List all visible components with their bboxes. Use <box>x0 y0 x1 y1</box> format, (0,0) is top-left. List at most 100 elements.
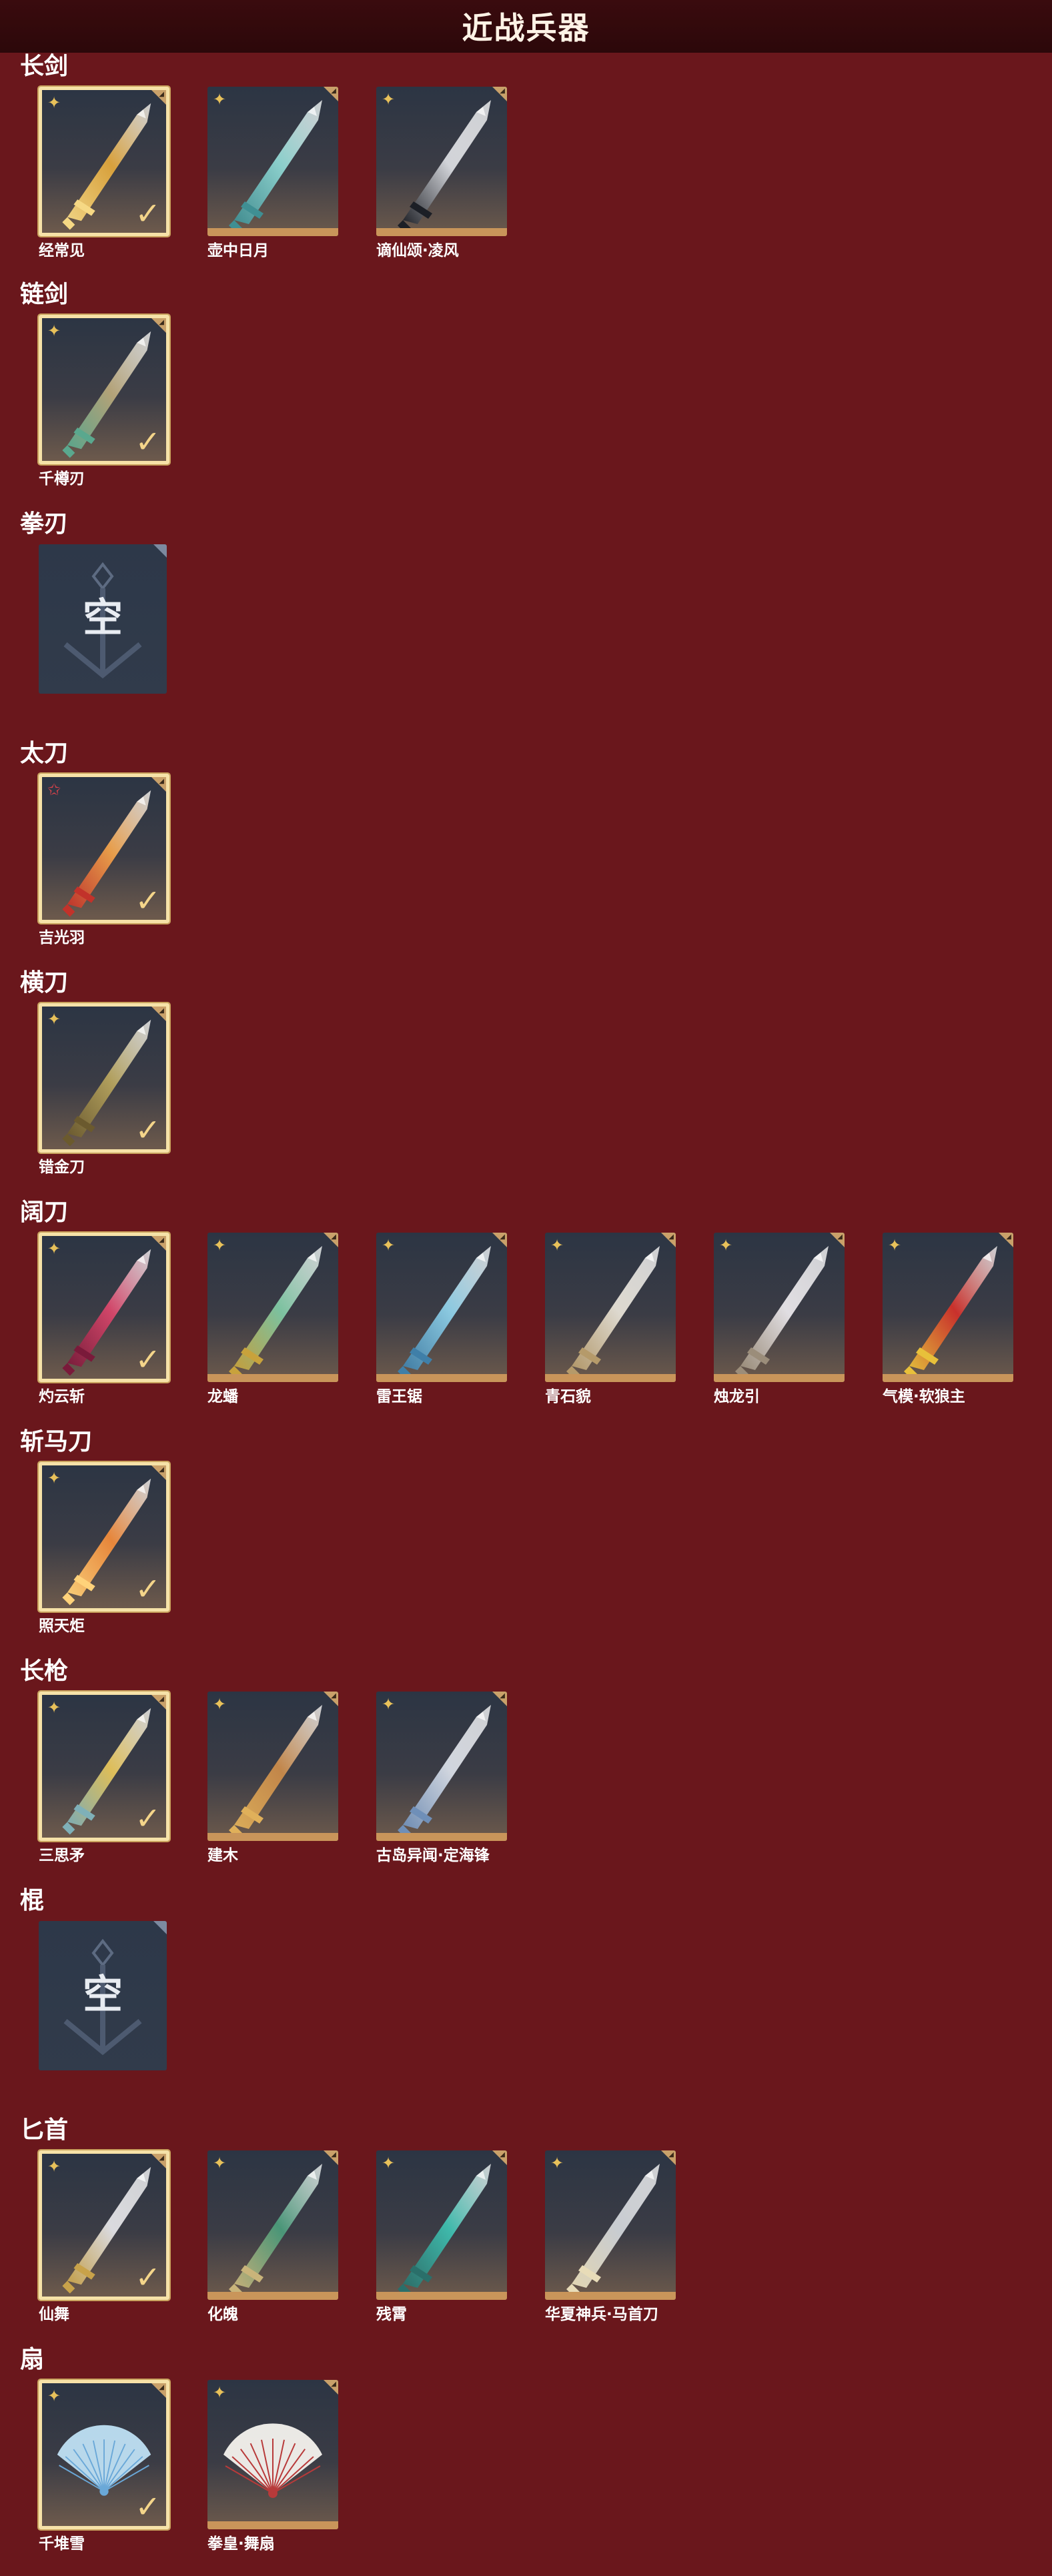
dagger-teal-icon <box>398 2164 491 2297</box>
category-title: 长剑 <box>20 53 69 80</box>
corner-arrow-icon: ◢ <box>159 1237 164 1244</box>
weapon-tile[interactable]: ✦ ◢ ✓ <box>39 1233 169 1382</box>
weapon-card[interactable]: ✦ ◢ 残霄 <box>376 2150 507 2324</box>
weapon-tile[interactable]: ✦ ◢ <box>207 2150 338 2300</box>
rarity-star-icon: ✦ <box>213 1236 227 1255</box>
weapon-name: 气模·软狼主 <box>883 1388 965 1405</box>
corner-arrow-icon: ◢ <box>500 1692 505 1700</box>
weapon-card[interactable]: ✦ ◢ ✓ 错金刀 <box>39 1003 169 1177</box>
category-title: 太刀 <box>20 740 69 767</box>
empty-slot-tile[interactable]: 空 <box>39 1921 167 2070</box>
equipped-check-icon: ✓ <box>135 424 161 460</box>
weapon-tile[interactable]: ✦ ◢ <box>545 1233 676 1382</box>
rarity-star-icon: ✦ <box>47 2157 61 2176</box>
weapon-card[interactable]: ✦ ◢ 古岛异闻·定海锋 <box>376 1692 507 1865</box>
weapon-name: 千樽刃 <box>39 470 85 488</box>
weapon-card[interactable]: ✦ ◢ 谪仙颂·凌风 <box>376 87 507 260</box>
weapon-tile[interactable]: ✦ ◢ ✓ <box>39 2150 169 2300</box>
category-title: 拳刃 <box>20 510 69 538</box>
weapon-tile[interactable]: ✦ ◢ <box>207 2380 338 2529</box>
weapon-card[interactable]: ✦ ◢ 青石貌 <box>545 1233 676 1406</box>
weapon-card[interactable]: ✦ ◢ 华夏神兵·马首刀 <box>545 2150 676 2324</box>
equipped-check-icon: ✓ <box>135 2489 161 2525</box>
tile-bottom-bar <box>207 228 338 236</box>
weapon-name: 龙蟠 <box>207 1388 238 1405</box>
rarity-star-icon: ✦ <box>213 2154 227 2172</box>
fan-white-icon <box>223 2423 322 2498</box>
tile-bottom-bar <box>545 2292 676 2300</box>
weapon-name: 残霄 <box>376 2306 407 2323</box>
weapon-card[interactable]: ✦ ◢ ✓ 灼云斩 <box>39 1233 169 1406</box>
weapon-tile[interactable]: ✦ ◢ <box>376 2150 507 2300</box>
weapon-card[interactable]: ✦ ◢ 龙蟠 <box>207 1233 338 1406</box>
rarity-star-icon: ✩ <box>47 780 61 799</box>
spear-wood-icon <box>229 1705 322 1838</box>
corner-arrow-icon: ◢ <box>159 778 164 785</box>
empty-slot-tile[interactable]: 空 <box>39 544 167 694</box>
rarity-star-icon: ✦ <box>719 1236 733 1255</box>
tile-bottom-bar <box>376 1833 507 1841</box>
weapon-name: 古岛异闻·定海锋 <box>376 1847 490 1864</box>
weapon-card[interactable]: ✦ ◢ ✓ 仙舞 <box>39 2150 169 2324</box>
weapon-tile[interactable]: ✦ ◢ <box>376 87 507 236</box>
empty-slot[interactable]: 空 <box>39 544 169 694</box>
equipped-check-icon: ✓ <box>135 882 161 918</box>
weapon-tile[interactable]: ✦ ◢ <box>207 1692 338 1841</box>
weapon-card[interactable]: ✦ ◢ ✓ 千樽刃 <box>39 315 169 488</box>
weapon-tile[interactable]: ✦ ◢ ✓ <box>39 315 169 464</box>
weapon-tile[interactable]: ✦ ◢ ✓ <box>39 87 169 236</box>
weapon-name: 吉光羽 <box>39 929 85 946</box>
weapon-tile[interactable]: ✦ ◢ ✓ <box>39 1692 169 1841</box>
broadblade-red-gold-icon <box>904 1246 997 1379</box>
weapon-card[interactable]: ✦ ◢ 拳皇·舞扇 <box>207 2380 338 2553</box>
weapon-tile[interactable]: ✦ ◢ <box>376 1692 507 1841</box>
empty-slot[interactable]: 空 <box>39 1921 169 2070</box>
tile-bottom-bar <box>376 1374 507 1382</box>
weapon-card[interactable]: ✦ ◢ ✓ 经常见 <box>39 87 169 260</box>
weapon-tile[interactable]: ✦ ◢ <box>714 1233 845 1382</box>
rarity-star-icon: ✦ <box>47 1698 61 1717</box>
weapon-card[interactable]: ✦ ◢ 雷王锯 <box>376 1233 507 1406</box>
category-title: 链剑 <box>20 281 69 308</box>
weapon-tile[interactable]: ✦ ◢ <box>376 1233 507 1382</box>
rarity-star-icon: ✦ <box>47 2387 61 2405</box>
category-title: 阔刀 <box>20 1199 69 1226</box>
weapon-card[interactable]: ✦ ◢ ✓ 照天炬 <box>39 1462 169 1636</box>
weapon-tile[interactable]: ✦ ◢ <box>545 2150 676 2300</box>
weapon-card[interactable]: ✦ ◢ 壶中日月 <box>207 87 338 260</box>
weapon-card[interactable]: ✩ ◢ ✓ 吉光羽 <box>39 774 169 947</box>
weapon-tile[interactable]: ✦ ◢ <box>207 1233 338 1382</box>
corner-arrow-icon: ◢ <box>331 2381 336 2388</box>
weapon-card[interactable]: ✦ ◢ 化魄 <box>207 2150 338 2324</box>
weapon-card-row: 空 <box>39 544 1039 731</box>
weapon-tile[interactable]: ✦ ◢ ✓ <box>39 1003 169 1153</box>
page-title: 近战兵器 <box>462 10 590 46</box>
corner-arrow-icon: ◢ <box>500 87 505 95</box>
weapon-card[interactable]: ✦ ◢ 建木 <box>207 1692 338 1865</box>
sword-dark-icon <box>398 100 491 233</box>
weapon-tile[interactable]: ✦ ◢ ✓ <box>39 2380 169 2529</box>
rarity-star-icon: ✦ <box>213 90 227 109</box>
weapon-name: 错金刀 <box>39 1159 85 1176</box>
weapon-tile[interactable]: ✩ ◢ ✓ <box>39 774 169 923</box>
weapon-tile[interactable]: ✦ ◢ ✓ <box>39 1462 169 1612</box>
rarity-star-icon: ✦ <box>550 1236 564 1255</box>
weapon-card[interactable]: ✦ ◢ ✓ 三思矛 <box>39 1692 169 1865</box>
tile-bottom-bar <box>207 2292 338 2300</box>
weapon-name: 雷王锯 <box>376 1388 422 1405</box>
weapon-card-row: 空 <box>39 1921 1039 2108</box>
category-title: 斩马刀 <box>20 1428 93 1455</box>
weapon-card[interactable]: ✦ ◢ 烛龙引 <box>714 1233 845 1406</box>
equipped-check-icon: ✓ <box>135 1800 161 1836</box>
dagger-curved-icon <box>229 2164 322 2297</box>
rarity-star-icon: ✦ <box>382 90 396 109</box>
weapon-card[interactable]: ✦ ◢ 气模·软狼主 <box>883 1233 1013 1406</box>
broadblade-white-icon <box>566 1246 660 1379</box>
weapon-tile[interactable]: ✦ ◢ <box>207 87 338 236</box>
empty-slot-text: 空 <box>83 1972 123 2018</box>
corner-arrow-icon: ◢ <box>668 1233 674 1241</box>
corner-arrow-icon: ◢ <box>668 2151 674 2158</box>
weapon-tile[interactable]: ✦ ◢ <box>883 1233 1013 1382</box>
weapon-card-row: ✦ ◢ ✓ 照天炬 <box>39 1462 1039 1649</box>
weapon-card[interactable]: ✦ ◢ ✓ 千堆雪 <box>39 2380 169 2553</box>
